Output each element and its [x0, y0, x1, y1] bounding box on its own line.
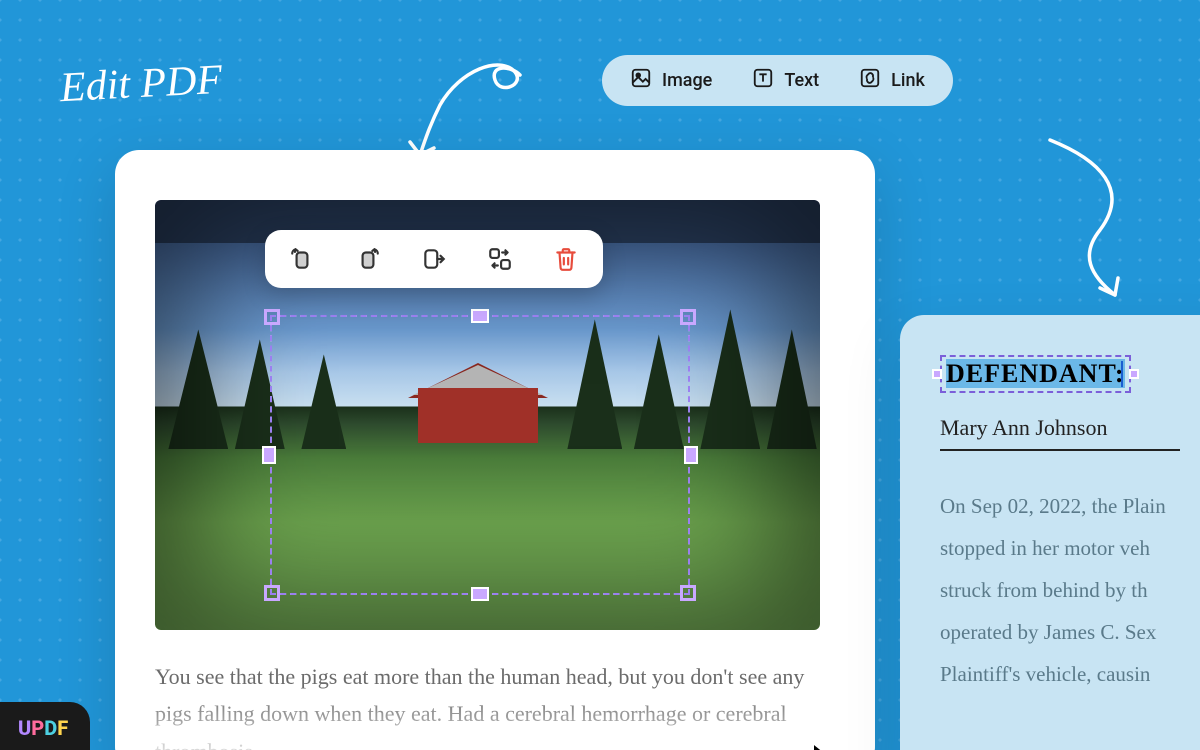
- replace-image-button[interactable]: [485, 244, 515, 274]
- crop-handle-bottom-left[interactable]: [264, 585, 280, 601]
- edit-type-toolbar: Image Text Link: [602, 55, 953, 106]
- text-tool-button[interactable]: Text: [752, 67, 819, 94]
- text-tool-label: Text: [784, 70, 819, 91]
- logo-u: U: [18, 716, 31, 740]
- updf-logo: UPDF: [0, 702, 90, 750]
- rotate-right-button[interactable]: [353, 244, 383, 274]
- link-tool-label: Link: [891, 70, 925, 91]
- image-tool-button[interactable]: Image: [630, 67, 712, 94]
- image-tool-label: Image: [662, 70, 712, 91]
- page-title: Edit PDF: [59, 56, 223, 112]
- link-icon: [859, 67, 881, 94]
- image-edit-toolbar: [265, 230, 603, 288]
- defendant-name[interactable]: Mary Ann Johnson: [940, 415, 1180, 451]
- selected-heading[interactable]: DEFENDANT:: [946, 359, 1125, 388]
- crop-handle-bottom[interactable]: [471, 587, 489, 601]
- image-icon: [630, 67, 652, 94]
- crop-handle-bottom-right[interactable]: [680, 585, 696, 601]
- crop-selection[interactable]: [270, 315, 690, 595]
- arrow-decoration-2: [1030, 130, 1170, 310]
- delete-image-button[interactable]: [551, 244, 581, 274]
- logo-d: D: [44, 716, 57, 740]
- crop-handle-top[interactable]: [471, 309, 489, 323]
- text-handle-right[interactable]: [1129, 369, 1139, 379]
- logo-f: F: [57, 716, 68, 740]
- document-body-text[interactable]: You see that the pigs eat more than the …: [155, 658, 825, 750]
- text-caret: [1121, 361, 1123, 387]
- crop-handle-right[interactable]: [684, 446, 698, 464]
- crop-handle-top-left[interactable]: [264, 309, 280, 325]
- rotate-left-button[interactable]: [287, 244, 317, 274]
- extract-image-button[interactable]: [419, 244, 449, 274]
- logo-p: P: [31, 716, 44, 740]
- inserted-image-container[interactable]: [155, 200, 820, 630]
- document-page-2: DEFENDANT: Mary Ann Johnson On Sep 02, 2…: [900, 315, 1200, 750]
- cursor-icon: [810, 740, 846, 750]
- text-icon: [752, 67, 774, 94]
- crop-handle-left[interactable]: [262, 446, 276, 464]
- document-body-text-2[interactable]: On Sep 02, 2022, the Plain stopped in he…: [940, 485, 1200, 695]
- text-handle-left[interactable]: [932, 369, 942, 379]
- link-tool-button[interactable]: Link: [859, 67, 925, 94]
- crop-handle-top-right[interactable]: [680, 309, 696, 325]
- document-page-1: You see that the pigs eat more than the …: [115, 150, 875, 750]
- text-selection-box[interactable]: DEFENDANT:: [940, 355, 1131, 393]
